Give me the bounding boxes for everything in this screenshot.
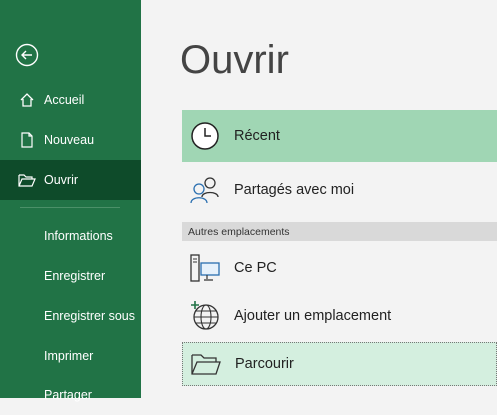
new-document-icon [17,130,37,150]
sidebar-item-label: Partager [44,388,92,402]
sidebar-divider [20,207,120,208]
clock-icon [188,119,222,153]
open-panel: Ouvrir Récent Partagés avec moi Autres e… [141,0,497,398]
section-header: Autres emplacements [182,222,497,241]
sidebar-item-label: Enregistrer [44,269,106,283]
location-label: Partagés avec moi [234,182,355,198]
location-recent[interactable]: Récent [182,110,497,162]
location-this-pc[interactable]: Ce PC [182,244,497,292]
computer-icon [188,251,222,285]
sidebar-item-label: Imprimer [44,349,94,363]
location-label: Récent [234,128,280,144]
location-label: Ajouter un emplacement [234,308,392,324]
location-add-place[interactable]: Ajouter un emplacement [182,292,497,340]
home-icon [17,90,37,110]
sidebar-item-label: Ouvrir [44,173,79,187]
location-label: Ce PC [234,260,277,276]
sidebar-item-nouveau[interactable]: Nouveau [0,120,141,160]
location-browse[interactable]: Parcourir [182,342,497,386]
backstage-sidebar: Accueil Nouveau Ouvrir Informations Enre… [0,0,141,402]
sidebar-item-label: Accueil [44,93,85,107]
back-arrow-icon[interactable] [15,43,39,67]
sidebar-item-ouvrir[interactable]: Ouvrir [0,160,141,200]
shared-people-icon [188,173,222,207]
sidebar-item-accueil[interactable]: Accueil [0,80,141,120]
sidebar-item-label: Nouveau [44,133,95,147]
sidebar-item-label: Informations [44,229,113,243]
folder-icon [189,347,223,381]
open-folder-icon [17,170,37,190]
page-title: Ouvrir [180,38,289,82]
sidebar-item-label: Enregistrer sous [44,309,136,323]
location-label: Parcourir [235,356,294,372]
globe-add-icon [188,299,222,333]
location-shared[interactable]: Partagés avec moi [182,166,497,214]
